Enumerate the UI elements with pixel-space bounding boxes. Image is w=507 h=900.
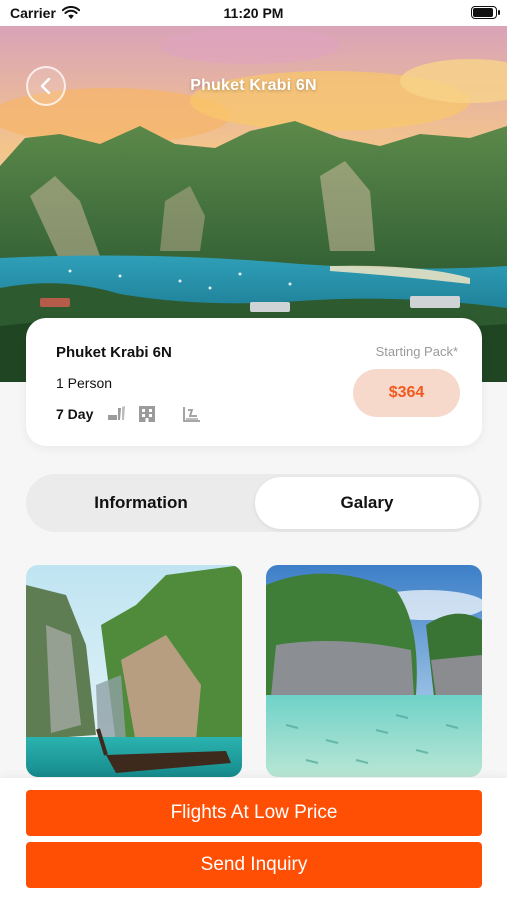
tab-galary[interactable]: Galary	[255, 477, 479, 529]
status-time: 11:20 PM	[223, 5, 284, 21]
page-title: Phuket Krabi 6N	[190, 77, 317, 94]
transfer-icon	[183, 407, 200, 422]
price-badge[interactable]: $364	[353, 369, 460, 417]
bottom-action-bar: Flights At Low Price Send Inquiry	[0, 778, 507, 900]
package-duration: 7 Day	[56, 406, 94, 422]
package-name: Phuket Krabi 6N	[56, 344, 172, 361]
status-bar: Carrier 11:20 PM	[0, 0, 507, 26]
tab-information[interactable]: Information	[29, 477, 253, 529]
starting-pack-label: Starting Pack*	[375, 344, 458, 359]
meal-icon	[108, 406, 125, 420]
battery-icon	[471, 6, 500, 19]
gallery-photo-karst-lagoon	[266, 565, 482, 777]
gallery-image[interactable]	[26, 565, 242, 777]
tab-switcher: Information Galary	[26, 474, 482, 532]
flights-button[interactable]: Flights At Low Price	[26, 790, 482, 836]
gallery-image[interactable]	[266, 565, 482, 777]
package-summary-card: Phuket Krabi 6N 1 Person 7 Day Starting …	[26, 318, 482, 446]
gallery-photo-cliff-boat	[26, 565, 242, 777]
package-detail-screen: Carrier 11:20 PM Phuket Krabi 6N Phuket …	[0, 0, 507, 900]
send-inquiry-button[interactable]: Send Inquiry	[26, 842, 482, 888]
hotel-icon	[139, 406, 155, 422]
package-persons: 1 Person	[56, 375, 113, 391]
